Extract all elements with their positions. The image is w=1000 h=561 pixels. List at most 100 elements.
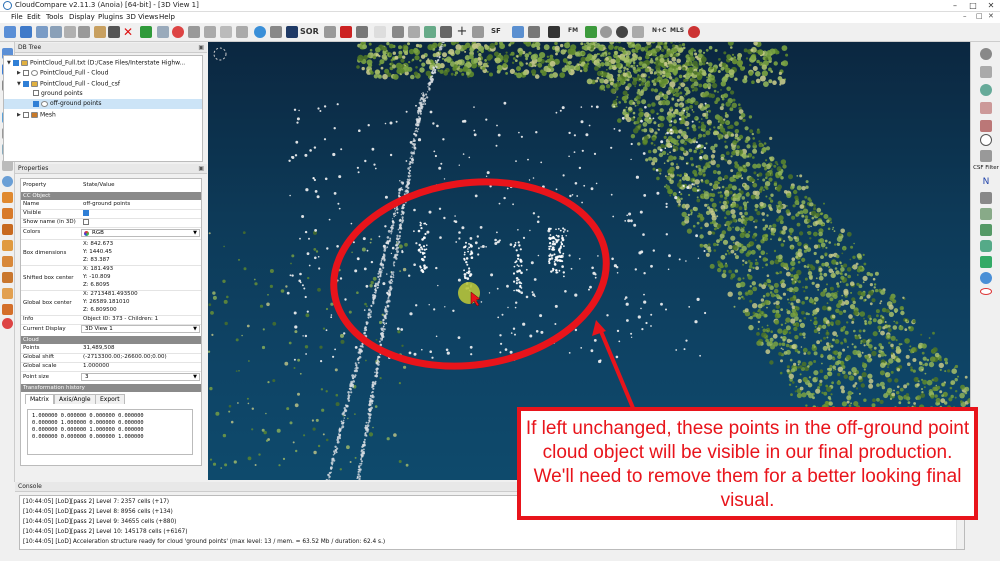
fine-registration-icon[interactable]	[157, 26, 169, 38]
compass-icon[interactable]	[980, 134, 992, 146]
pick-points-icon[interactable]	[204, 26, 216, 38]
close-button[interactable]: ✕	[982, 0, 1000, 12]
grid-icon[interactable]	[286, 26, 298, 38]
brush-icon[interactable]	[980, 120, 992, 132]
ellipse-icon[interactable]	[980, 288, 992, 295]
tree-item[interactable]: off-ground points	[4, 99, 202, 110]
zoom-icon[interactable]	[2, 176, 13, 187]
mls-button[interactable]: MLS	[670, 27, 684, 34]
sphere-icon[interactable]	[600, 26, 612, 38]
current-display-select[interactable]: 3D View 1 ▼	[81, 325, 200, 333]
tab-matrix[interactable]: Matrix	[25, 394, 54, 404]
maximize-button[interactable]: □	[964, 0, 982, 12]
stat-icon[interactable]	[392, 26, 404, 38]
point-size-select[interactable]: 3 ▼	[81, 373, 200, 381]
boolean-icon[interactable]	[408, 26, 420, 38]
menu-tools[interactable]: Tools	[46, 13, 63, 21]
classify-icon[interactable]	[980, 224, 992, 236]
density-icon[interactable]	[528, 26, 540, 38]
translate-rotate-icon[interactable]	[94, 26, 106, 38]
ambient-occlusion-icon[interactable]	[616, 26, 628, 38]
visibility-checkbox[interactable]	[23, 80, 29, 87]
sf-histogram-icon[interactable]	[324, 26, 336, 38]
gradient-icon[interactable]	[374, 26, 386, 38]
shield-icon[interactable]	[980, 150, 992, 162]
shade-icon[interactable]	[632, 26, 644, 38]
visibility-checkbox[interactable]	[23, 111, 29, 118]
visibility-checkbox[interactable]	[33, 100, 39, 107]
show-name-checkbox[interactable]	[83, 219, 89, 225]
canupo-icon[interactable]	[980, 208, 992, 220]
sf-gradient-icon[interactable]	[254, 26, 266, 38]
pencil-icon[interactable]	[980, 102, 992, 114]
hull-icon[interactable]	[980, 256, 992, 268]
visibility-checkbox[interactable]	[23, 70, 29, 77]
view-restore-button[interactable]: □	[976, 12, 983, 20]
convert-icon[interactable]	[424, 26, 436, 38]
undock-icon[interactable]: ▣	[198, 43, 204, 53]
photo-icon[interactable]	[980, 240, 992, 252]
tab-export[interactable]: Export	[95, 394, 125, 404]
subsample-icon[interactable]	[78, 26, 90, 38]
delete-icon[interactable]: ✕	[122, 26, 134, 38]
disable-icon[interactable]	[980, 48, 992, 60]
point-list-icon[interactable]	[220, 26, 232, 38]
sor-filter-button[interactable]: SOR	[300, 27, 319, 36]
spheres-icon[interactable]	[980, 272, 992, 284]
sf-button[interactable]: SF	[491, 27, 501, 35]
tree-item[interactable]: ▶ Mesh	[4, 110, 202, 120]
view-front-icon[interactable]	[2, 192, 13, 203]
tree-item[interactable]: ▼ PointCloud_Full - Cloud_csf	[4, 79, 202, 89]
save-icon[interactable]	[20, 26, 32, 38]
normal-icon[interactable]: N	[980, 176, 992, 188]
smooth-icon[interactable]	[512, 26, 524, 38]
visibility-checkbox[interactable]	[13, 60, 19, 66]
visible-checkbox[interactable]	[83, 210, 89, 216]
compute-distances-icon[interactable]	[172, 26, 184, 38]
view-top-icon[interactable]	[2, 208, 13, 219]
plugin-icon[interactable]	[980, 66, 992, 78]
view-bottom-icon[interactable]	[2, 272, 13, 283]
camera-icon[interactable]	[548, 26, 560, 38]
add-icon[interactable]: +	[456, 25, 468, 38]
sf-filter-icon[interactable]	[340, 26, 352, 38]
view-iso1-icon[interactable]	[2, 288, 13, 299]
menu-edit[interactable]: Edit	[27, 13, 41, 21]
fit-plane-icon[interactable]	[440, 26, 452, 38]
tab-axis-angle[interactable]: Axis/Angle	[54, 394, 96, 404]
colors-select[interactable]: RGB ▼	[81, 229, 200, 237]
scalar-field-icon[interactable]	[472, 26, 484, 38]
noise-filter-icon[interactable]	[270, 26, 282, 38]
view-left-icon[interactable]	[2, 224, 13, 235]
view-back-icon[interactable]	[2, 240, 13, 251]
arithmetic-icon[interactable]	[356, 26, 368, 38]
menu-help[interactable]: Help	[159, 13, 175, 21]
ransac-icon[interactable]	[688, 26, 700, 38]
crop-icon[interactable]	[64, 26, 76, 38]
menu-file[interactable]: File	[11, 13, 23, 21]
tree-item[interactable]: ground points	[4, 89, 202, 99]
export-icon[interactable]	[108, 26, 120, 38]
view-iso2-icon[interactable]	[2, 304, 13, 315]
segment-icon[interactable]	[188, 26, 200, 38]
open-icon[interactable]	[4, 26, 16, 38]
minimize-button[interactable]: –	[946, 0, 964, 12]
menu-plugins[interactable]: Plugins	[98, 13, 123, 21]
label-icon[interactable]	[236, 26, 248, 38]
point-icon[interactable]	[980, 84, 992, 96]
tree-item[interactable]: ▶ PointCloud_Full - Cloud	[4, 68, 202, 78]
view-right-icon[interactable]	[2, 256, 13, 267]
color-icon[interactable]	[585, 26, 597, 38]
view-minimize-button[interactable]: –	[963, 12, 967, 20]
menu-3d-views[interactable]: 3D Views	[126, 13, 158, 21]
fm-button[interactable]: FM	[568, 27, 578, 34]
color-scale-icon[interactable]	[2, 318, 13, 329]
view-close-button[interactable]: ✕	[988, 12, 994, 20]
menu-display[interactable]: Display	[69, 13, 95, 21]
register-icon[interactable]	[140, 26, 152, 38]
tree-item[interactable]: ▼ PointCloud_Full.txt (D:/Case Files/Inte…	[4, 58, 202, 68]
csf-filter-label[interactable]: CSF Filter	[972, 165, 1000, 171]
nc-button[interactable]: N+C	[652, 27, 666, 34]
visibility-checkbox[interactable]	[33, 90, 39, 97]
undock-icon[interactable]: ▣	[198, 164, 204, 174]
